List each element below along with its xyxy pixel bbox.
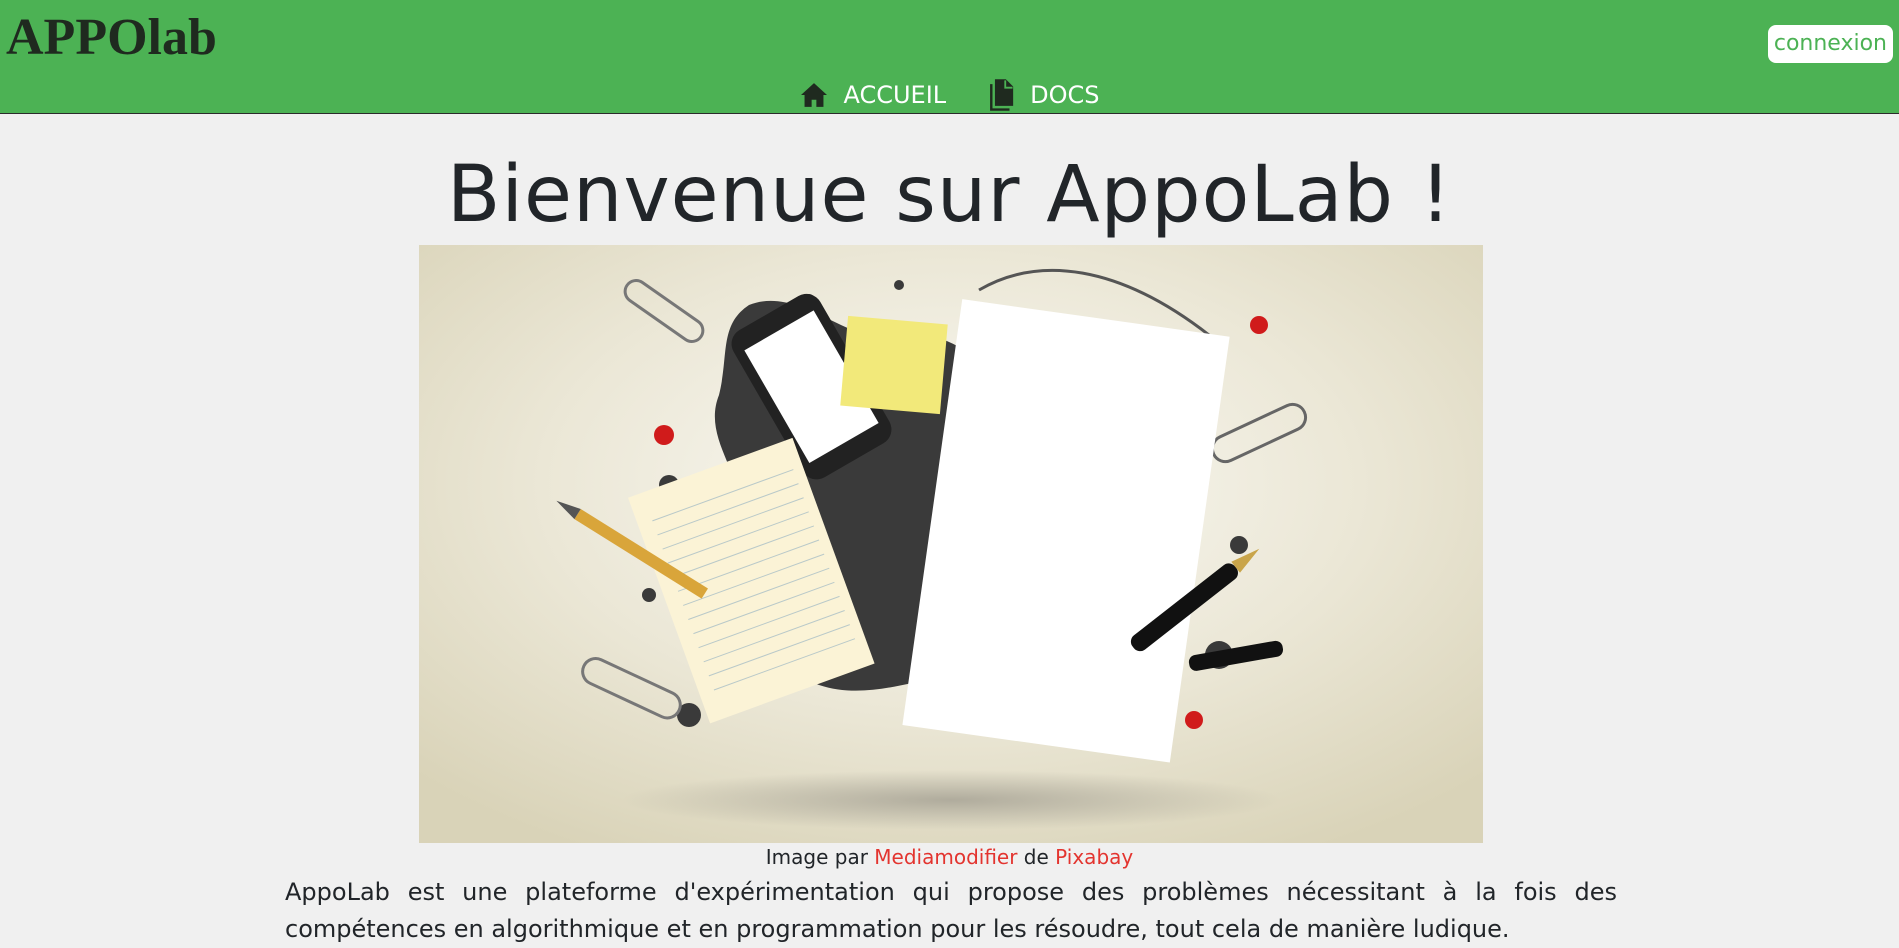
page-title: Bienvenue sur AppoLab ! bbox=[446, 150, 1453, 240]
top-navbar: APPOlab connexion ACCUEIL DOCS bbox=[0, 0, 1899, 114]
caption-prefix: Image par bbox=[765, 845, 875, 869]
documents-icon bbox=[990, 79, 1014, 111]
nav-item-accueil[interactable]: ACCUEIL bbox=[799, 81, 946, 109]
intro-paragraph: AppoLab est une plateforme d'expérimenta… bbox=[285, 878, 1617, 943]
caption-middle: de bbox=[1017, 845, 1056, 869]
home-icon bbox=[801, 83, 828, 107]
login-button[interactable]: connexion bbox=[1767, 25, 1893, 63]
nav-label-docs: DOCS bbox=[1030, 81, 1100, 109]
author-link[interactable]: Mediamodifier bbox=[874, 845, 1017, 869]
main-nav: ACCUEIL DOCS bbox=[0, 76, 1899, 114]
source-link[interactable]: Pixabay bbox=[1055, 845, 1133, 869]
nav-label-accueil: ACCUEIL bbox=[843, 81, 947, 109]
image-caption: Image par Mediamodifier de Pixabay bbox=[0, 845, 1899, 869]
hero-image bbox=[419, 245, 1483, 843]
site-logo[interactable]: APPOlab bbox=[6, 6, 217, 70]
nav-item-docs[interactable]: DOCS bbox=[986, 78, 1100, 112]
